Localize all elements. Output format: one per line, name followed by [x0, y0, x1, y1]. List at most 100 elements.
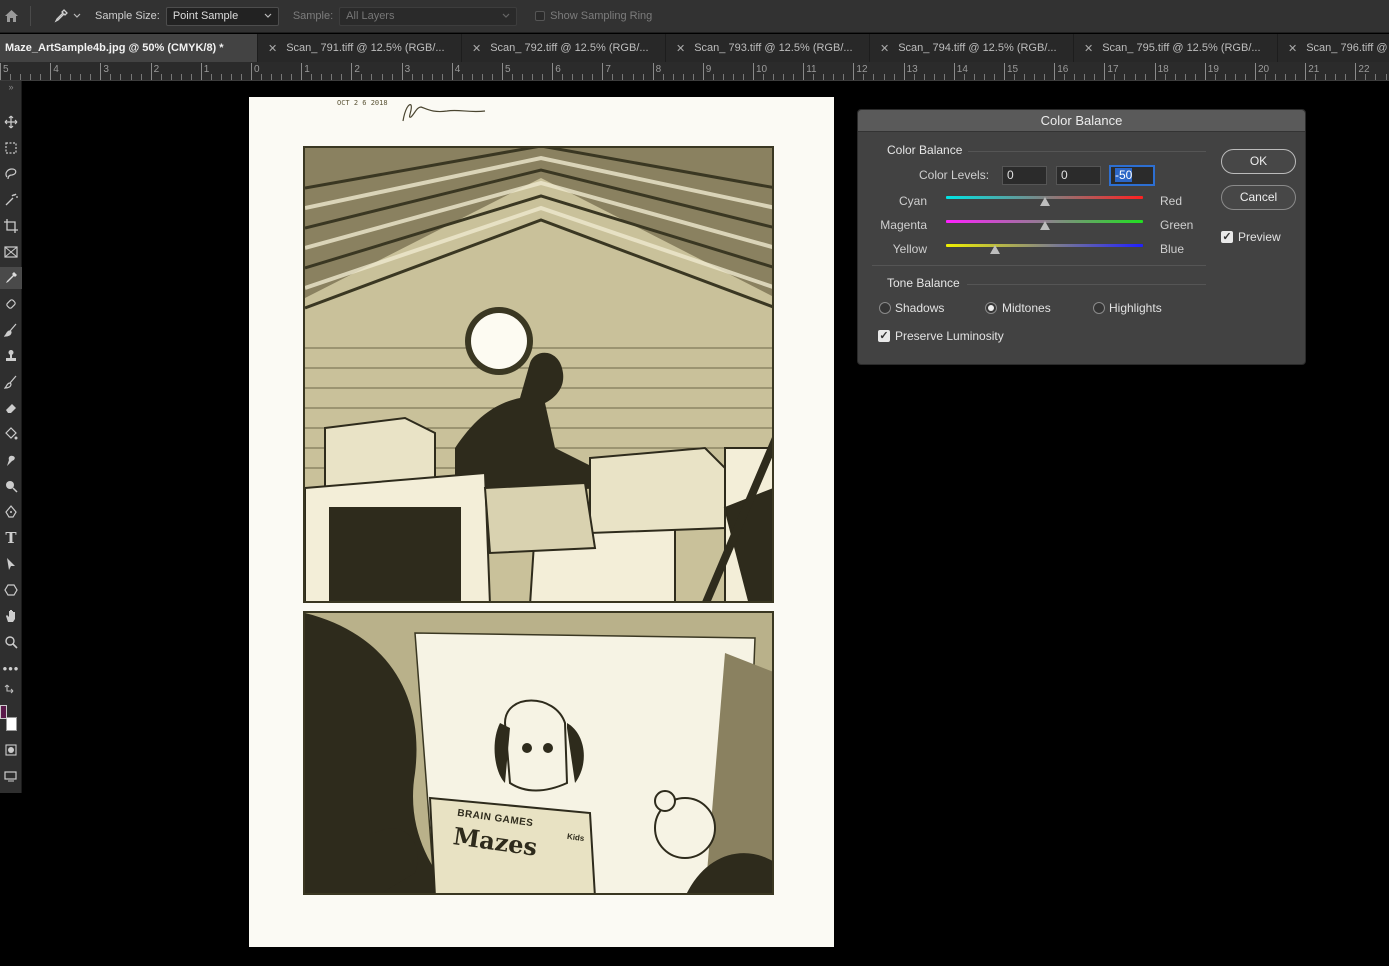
ruler-minor-tick [1114, 74, 1116, 80]
tab-scan-796[interactable]: ✕ Scan_ 796.tiff @ [1278, 34, 1389, 62]
pen-tool-icon[interactable] [0, 501, 22, 523]
dialog-title[interactable]: Color Balance [858, 110, 1305, 132]
yellow-blue-track[interactable] [946, 244, 1143, 247]
close-icon[interactable]: ✕ [1288, 42, 1297, 55]
ruler-minor-tick [572, 74, 574, 80]
cyan-red-slider-thumb[interactable] [1039, 197, 1050, 206]
ruler-minor-tick [190, 74, 192, 80]
tab-scan-795[interactable]: ✕ Scan_ 795.tiff @ 12.5% (RGB/... [1074, 34, 1278, 62]
tab-scan-792[interactable]: ✕ Scan_ 792.tiff @ 12.5% (RGB/... [462, 34, 666, 62]
close-icon[interactable]: ✕ [1084, 42, 1093, 55]
close-icon[interactable]: ✕ [472, 42, 481, 55]
sample-select[interactable]: All Layers [339, 6, 518, 26]
ruler-minor-tick [672, 74, 674, 80]
ruler-minor-tick [70, 74, 72, 80]
cancel-button[interactable]: Cancel [1221, 185, 1296, 210]
eraser-tool-icon[interactable] [0, 397, 22, 419]
color-level-cyan-red-input[interactable]: 0 [1002, 166, 1047, 185]
type-tool-icon[interactable]: T [0, 527, 22, 549]
ruler-major-tick [953, 63, 955, 80]
ruler-label: 5 [3, 64, 9, 75]
ruler-label: 13 [906, 64, 918, 75]
ruler-minor-tick [180, 74, 182, 80]
ruler-minor-tick [130, 74, 132, 80]
color-level-yellow-blue-input[interactable]: -50 [1110, 166, 1154, 185]
ruler-major-tick [903, 63, 905, 80]
level-value: -50 [1115, 168, 1133, 182]
tool-preset-picker[interactable] [53, 8, 81, 24]
close-icon[interactable]: ✕ [268, 42, 277, 55]
tab-scan-791[interactable]: ✕ Scan_ 791.tiff @ 12.5% (RGB/... [258, 34, 462, 62]
midtones-radio[interactable] [985, 302, 997, 314]
sample-size-select[interactable]: Point Sample [165, 6, 279, 26]
clone-stamp-tool-icon[interactable] [0, 345, 22, 367]
preserve-luminosity-checkbox[interactable]: ✓ [878, 330, 890, 342]
eyedropper-icon [54, 9, 68, 23]
shadows-radio[interactable] [879, 302, 891, 314]
swap-colors-icon[interactable] [0, 681, 22, 695]
crop-tool-icon[interactable] [0, 215, 22, 237]
ruler-label: 9 [705, 64, 712, 75]
ruler-minor-tick [662, 74, 664, 80]
ruler-major-tick [753, 63, 754, 80]
path-selection-tool-icon[interactable] [0, 553, 22, 575]
home-icon[interactable] [0, 0, 22, 33]
tab-scan-794[interactable]: ✕ Scan_ 794.tiff @ 12.5% (RGB/... [870, 34, 1074, 62]
yellow-blue-slider-thumb[interactable] [990, 245, 1001, 254]
close-icon[interactable]: ✕ [676, 42, 685, 55]
lasso-tool-icon[interactable] [0, 163, 22, 185]
ruler-minor-tick [1385, 74, 1387, 80]
ok-button[interactable]: OK [1221, 149, 1296, 174]
more-tools-icon[interactable]: ••• [0, 657, 22, 679]
ruler-minor-tick [582, 74, 584, 80]
dodge-tool-icon[interactable] [0, 475, 22, 497]
screen-mode-icon[interactable] [0, 765, 22, 787]
group-divider [872, 265, 1206, 266]
zoom-tool-icon[interactable] [0, 631, 22, 653]
foreground-color-swatch[interactable] [0, 705, 7, 719]
ruler-minor-tick [843, 74, 845, 80]
ruler-major-tick [1054, 63, 1056, 80]
color-level-magenta-green-input[interactable]: 0 [1056, 166, 1101, 185]
document-canvas[interactable]: OCT 2 6 2018 BRAIN GAMES Mazes Kids [249, 97, 834, 947]
ruler-label: 11 [806, 64, 817, 75]
quick-mask-icon[interactable] [0, 739, 22, 761]
horizontal-ruler[interactable]: 5 4 3 2 1 0 1 2 3 4 5 6 7 8 9 10 11 12 13 14 15 16 17 18 19 20 21 2… [0, 62, 1389, 81]
move-tool-icon[interactable] [0, 111, 22, 133]
color-levels-label: Color Levels: [919, 168, 990, 182]
background-color-swatch[interactable] [6, 717, 17, 731]
tools-panel: » T ••• [0, 81, 22, 793]
tab-label: Scan_ 795.tiff @ 12.5% (RGB/... [1102, 42, 1261, 54]
tab-maze-artsample[interactable]: Maze_ArtSample4b.jpg @ 50% (CMYK/8) * [0, 34, 258, 62]
ruler-minor-tick [993, 74, 995, 80]
ruler-major-tick [602, 63, 604, 80]
history-brush-tool-icon[interactable] [0, 371, 22, 393]
magic-wand-tool-icon[interactable] [0, 189, 22, 211]
ruler-label: 5 [505, 64, 511, 75]
frame-tool-icon[interactable] [0, 241, 22, 263]
show-sampling-ring-checkbox[interactable] [535, 11, 546, 21]
eyedropper-tool-icon[interactable] [0, 267, 22, 289]
ruler-minor-tick [341, 74, 343, 80]
brush-tool-icon[interactable] [0, 319, 22, 341]
ruler-minor-tick [1174, 74, 1176, 80]
close-icon[interactable]: ✕ [880, 42, 889, 55]
highlights-radio[interactable] [1093, 302, 1105, 314]
tab-label: Maze_ArtSample4b.jpg @ 50% (CMYK/8) * [5, 42, 224, 54]
ruler-major-tick [803, 63, 805, 80]
preview-checkbox[interactable]: ✓ [1221, 231, 1233, 243]
tab-label: Scan_ 794.tiff @ 12.5% (RGB/... [898, 42, 1057, 54]
ruler-minor-tick [261, 74, 263, 80]
ruler-minor-tick [542, 74, 544, 80]
shape-tool-icon[interactable] [0, 579, 22, 601]
tab-scan-793[interactable]: ✕ Scan_ 793.tiff @ 12.5% (RGB/... [666, 34, 870, 62]
healing-brush-tool-icon[interactable] [0, 293, 22, 315]
marquee-tool-icon[interactable] [0, 137, 22, 159]
smudge-tool-icon[interactable] [0, 449, 22, 471]
paint-bucket-tool-icon[interactable] [0, 423, 22, 445]
ruler-minor-tick [833, 74, 835, 80]
magenta-green-slider-thumb[interactable] [1039, 221, 1050, 230]
collapse-toolbar-icon[interactable]: » [0, 81, 22, 93]
hand-tool-icon[interactable] [0, 605, 22, 627]
ruler-major-tick [401, 63, 403, 80]
